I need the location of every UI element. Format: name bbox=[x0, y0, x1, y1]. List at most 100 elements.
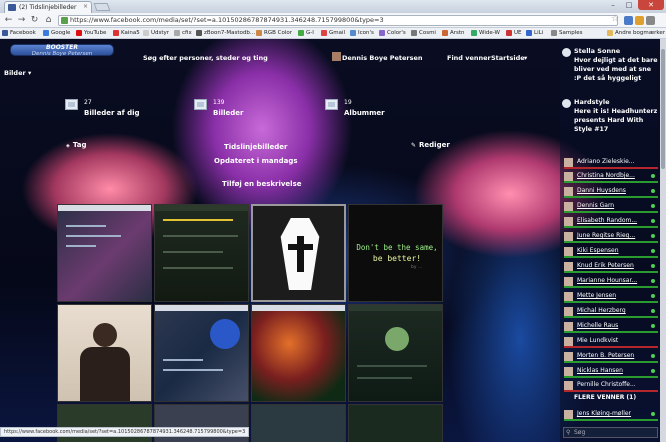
chat-friend[interactable]: Pernille Christoffe... bbox=[564, 380, 658, 392]
more-friends-header[interactable]: FLERE VENNER (1) bbox=[574, 394, 636, 401]
ticker-text: Hvor dejligt at det bare bliver ved med … bbox=[574, 57, 658, 82]
bookmark-item[interactable]: Facebook bbox=[2, 28, 36, 39]
chat-friend[interactable]: Christina Nordbje... bbox=[564, 171, 658, 183]
home-icon[interactable]: ⌂ bbox=[43, 15, 54, 26]
other-bookmarks[interactable]: Andre bogmærker bbox=[607, 28, 665, 39]
extension-icon[interactable] bbox=[635, 16, 644, 25]
tag-button[interactable]: Tag bbox=[66, 141, 87, 149]
photo-thumbnail[interactable] bbox=[348, 304, 443, 402]
minimize-button[interactable]: – bbox=[606, 0, 620, 10]
chat-friend[interactable]: Nicklas Hansen bbox=[564, 366, 658, 378]
photos-menu[interactable]: Bilder ▾ bbox=[4, 69, 31, 77]
lock-icon bbox=[61, 17, 68, 24]
find-friends-link[interactable]: Find venner bbox=[447, 54, 491, 62]
close-tab-icon[interactable]: × bbox=[83, 3, 88, 10]
edit-button[interactable]: Rediger bbox=[411, 141, 450, 149]
bookmark-item[interactable]: Wide-W bbox=[471, 28, 500, 39]
add-description-link[interactable]: Tilføj en beskrivelse bbox=[222, 180, 302, 188]
photo-thumbnail[interactable] bbox=[154, 204, 249, 302]
maximize-button[interactable]: □ bbox=[622, 0, 636, 10]
bookmark-item[interactable]: Color's bbox=[379, 28, 406, 39]
settings-chevron-icon[interactable]: ▾ bbox=[524, 54, 527, 62]
online-status-icon bbox=[651, 189, 655, 193]
bookmark-star-icon[interactable]: ☆ bbox=[611, 14, 619, 25]
photo-thumbnail[interactable] bbox=[57, 204, 152, 302]
bookmark-item[interactable]: Cosmi bbox=[411, 28, 436, 39]
booster-badge[interactable]: BOOSTER Dennis Boye Petersen bbox=[10, 44, 114, 57]
chat-search-input[interactable]: ⚲ Søg bbox=[563, 427, 658, 438]
facebook-search[interactable]: Søg efter personer, steder og ting bbox=[143, 54, 268, 62]
chat-friend[interactable]: Knud Erik Petersen bbox=[564, 261, 658, 273]
bookmark-item[interactable]: Samples bbox=[551, 28, 583, 39]
friend-name: Marianne Hounsar... bbox=[577, 277, 638, 284]
bookmark-item[interactable]: YouTube bbox=[76, 28, 106, 39]
bookmark-item[interactable]: Gmail bbox=[321, 28, 345, 39]
bookmark-item[interactable]: Udstyr bbox=[143, 28, 169, 39]
bookmark-item[interactable]: RGB Color bbox=[256, 28, 292, 39]
facebook-top-bar: BOOSTER Dennis Boye Petersen Søg efter p… bbox=[0, 41, 560, 62]
friend-name: Nicklas Hansen bbox=[577, 367, 623, 374]
bookmark-item[interactable]: Icon's bbox=[350, 28, 374, 39]
avatar[interactable] bbox=[332, 52, 341, 61]
bookmark-item[interactable]: UE bbox=[506, 28, 522, 39]
album-title[interactable]: Tidslinjebilleder bbox=[224, 143, 287, 151]
bookmarks-bar: Facebook Google YouTube Kaina5 Udstyr cf… bbox=[0, 28, 666, 39]
avatar bbox=[564, 277, 573, 286]
bookmark-item[interactable]: G-I bbox=[298, 28, 314, 39]
album-tile[interactable]: 27 Billeder af dig bbox=[65, 99, 155, 125]
ticker-story[interactable]: Hardstyle Here it is! Headhunterz presen… bbox=[562, 98, 658, 138]
chat-friend[interactable]: Michelle Raus bbox=[564, 321, 658, 333]
avatar bbox=[564, 367, 573, 376]
google-icon bbox=[43, 30, 49, 36]
photo-thumbnail[interactable] bbox=[57, 304, 152, 402]
extension-icon[interactable] bbox=[624, 16, 633, 25]
photo-thumbnail[interactable] bbox=[348, 404, 443, 442]
bookmark-icon bbox=[174, 30, 180, 36]
profile-link[interactable]: Dennis Boye Petersen bbox=[342, 54, 423, 62]
home-link[interactable]: Startside bbox=[491, 54, 525, 62]
bookmark-item[interactable]: Kaina5 bbox=[113, 28, 140, 39]
scrollbar-thumb[interactable] bbox=[661, 49, 665, 169]
wrench-icon[interactable] bbox=[646, 16, 655, 25]
photo-thumbnail[interactable] bbox=[154, 304, 249, 402]
chat-friend[interactable]: Jens Kløing-møller bbox=[564, 409, 658, 421]
chat-friend[interactable]: Michal Herzberg bbox=[564, 306, 658, 318]
bookmark-item[interactable]: zBoon7-Mastodb... bbox=[196, 28, 255, 39]
album-tile[interactable]: 19 Albummer bbox=[325, 99, 415, 125]
bookmark-item[interactable]: Google bbox=[43, 28, 70, 39]
chat-friend[interactable]: Elisabeth Random... bbox=[564, 216, 658, 228]
chat-friend[interactable]: Morten B. Petersen bbox=[564, 351, 658, 363]
forward-icon[interactable]: → bbox=[16, 15, 27, 26]
bookmark-item[interactable]: Arstn bbox=[442, 28, 465, 39]
ticker-story[interactable]: Stella Sonne Hvor dejligt at det bare bl… bbox=[562, 47, 658, 85]
screenshot-header bbox=[155, 205, 248, 211]
avatar bbox=[564, 352, 573, 361]
photo-thumbnail[interactable] bbox=[251, 404, 346, 442]
photo-thumbnail[interactable] bbox=[251, 204, 346, 302]
chat-friend[interactable]: Dennis Garn bbox=[564, 201, 658, 213]
screenshot-header bbox=[349, 305, 442, 311]
photo-thumbnail[interactable]: Don't be the same, be better! by ... bbox=[348, 204, 443, 302]
bookmark-icon bbox=[113, 30, 119, 36]
back-icon[interactable]: ← bbox=[3, 15, 14, 26]
album-tile[interactable]: 139 Billeder bbox=[194, 99, 284, 125]
new-tab-button[interactable] bbox=[93, 3, 111, 11]
bookmark-icon bbox=[551, 30, 557, 36]
close-window-button[interactable]: ✕ bbox=[638, 0, 664, 10]
chat-friend[interactable]: Marianne Hounsar... bbox=[564, 276, 658, 288]
chat-friend[interactable]: Mette Jensen bbox=[564, 291, 658, 303]
address-bar[interactable]: https://www.facebook.com/media/set/?set=… bbox=[58, 15, 618, 26]
online-status-icon bbox=[651, 354, 655, 358]
chat-friend[interactable]: Danni Huysdens bbox=[564, 186, 658, 198]
chat-friend[interactable]: Adriano Zieleskie... bbox=[564, 157, 658, 169]
chat-friend[interactable]: Kiki Espensen bbox=[564, 246, 658, 258]
scrollbar[interactable] bbox=[660, 39, 666, 442]
chat-friend[interactable]: Mie Lundkvist bbox=[564, 336, 658, 348]
chat-friend[interactable]: June Regitse Rieg... bbox=[564, 231, 658, 243]
bookmark-item[interactable]: cfix bbox=[174, 28, 192, 39]
browser-tab[interactable]: (2) Tidslinjebilleder × bbox=[4, 1, 92, 13]
facebook-favicon-icon bbox=[8, 4, 16, 11]
bookmark-item[interactable]: LiLi bbox=[526, 28, 543, 39]
photo-thumbnail[interactable] bbox=[251, 304, 346, 402]
reload-icon[interactable]: ↻ bbox=[29, 15, 40, 26]
